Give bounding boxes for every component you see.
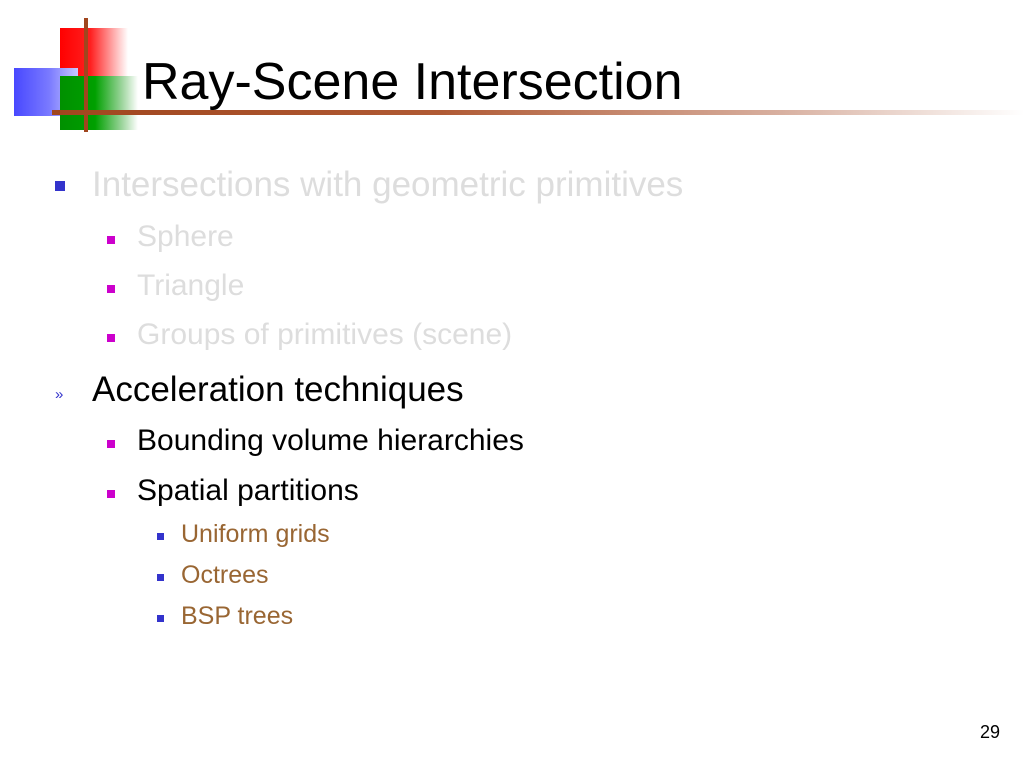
square-bullet-icon xyxy=(157,574,164,581)
square-bullet-icon xyxy=(107,334,115,342)
bullet-label: Triangle xyxy=(137,269,245,302)
square-bullet-icon xyxy=(55,181,65,191)
bullet-label: Intersections with geometric primitives xyxy=(92,165,684,204)
bullet-list: Intersections with geometric primitives … xyxy=(0,0,1024,768)
square-bullet-icon xyxy=(107,285,115,293)
bullet-label: Groups of primitives (scene) xyxy=(137,318,513,351)
square-bullet-icon xyxy=(107,490,115,498)
bullet-label: Uniform grids xyxy=(181,520,330,548)
square-bullet-icon xyxy=(157,615,164,622)
double-chevron-icon: » xyxy=(55,386,64,403)
square-bullet-icon xyxy=(157,533,164,540)
bullet-label: Bounding volume hierarchies xyxy=(137,424,524,457)
square-bullet-icon xyxy=(107,236,115,244)
bullet-label: Octrees xyxy=(181,561,269,589)
slide: Ray-Scene Intersection Intersections wit… xyxy=(0,0,1024,768)
square-bullet-icon xyxy=(107,440,115,448)
bullet-label: Sphere xyxy=(137,220,234,253)
bullet-label: BSP trees xyxy=(181,602,294,630)
bullet-label: Acceleration techniques xyxy=(92,370,464,409)
page-number: 29 xyxy=(979,722,1000,742)
bullet-label: Spatial partitions xyxy=(137,474,359,507)
